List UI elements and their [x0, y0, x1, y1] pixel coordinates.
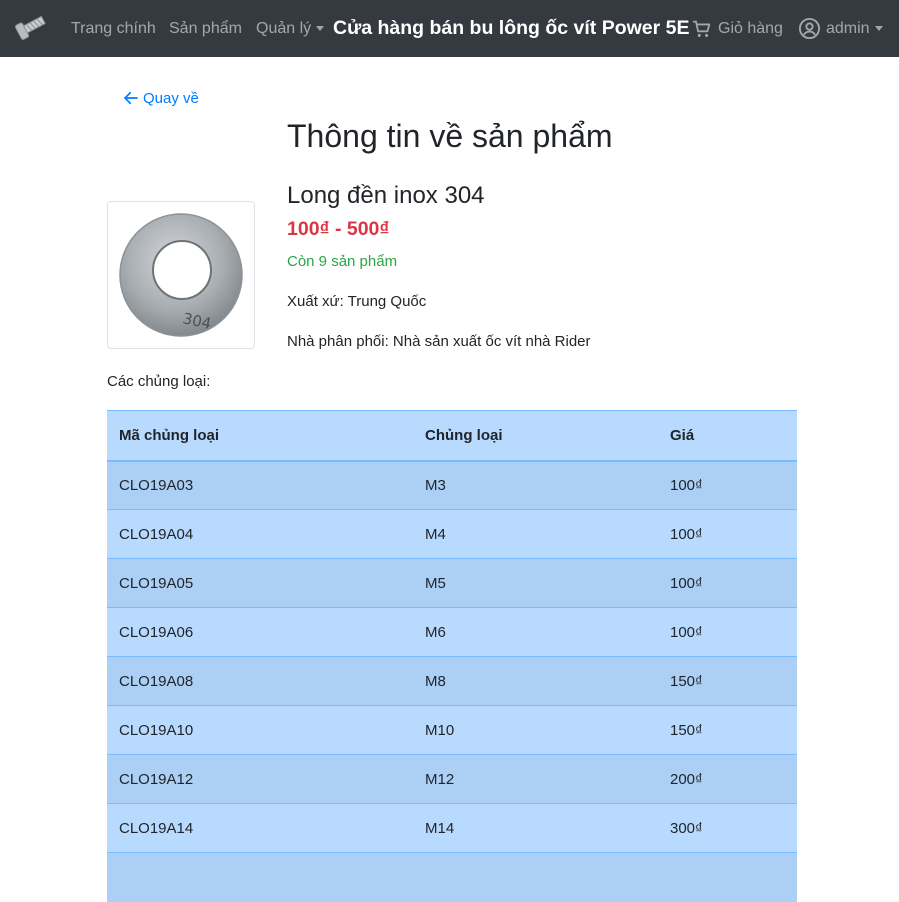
variants-table: Mã chủng loại Chủng loại Giá CLO19A03 M3… — [107, 410, 797, 902]
variant-code: CLO19A14 — [107, 803, 413, 853]
variant-type: M12 — [413, 754, 658, 804]
variants-label: Các chủng loại: — [107, 373, 211, 390]
variant-code: CLO19A08 — [107, 656, 413, 706]
variant-price: 100₫ — [658, 607, 797, 657]
variant-type: M8 — [413, 656, 658, 706]
header-price: Giá — [658, 410, 797, 462]
table-row: CLO19A06 M6 100₫ — [107, 607, 797, 657]
variant-type: M14 — [413, 803, 658, 853]
nav-user-label: admin — [826, 19, 870, 37]
variant-code: CLO19A03 — [107, 460, 413, 510]
table-row: CLO19A14 M14 300₫ — [107, 803, 797, 853]
variant-code: CLO19A10 — [107, 705, 413, 755]
nav-cart[interactable]: Giỏ hàng — [691, 0, 783, 57]
product-name: Long đền inox 304 — [287, 182, 485, 209]
nav-manage-dropdown[interactable]: Quản lý — [256, 0, 325, 57]
nav-cart-label: Giỏ hàng — [718, 19, 783, 37]
cart-icon — [692, 20, 711, 37]
table-row — [107, 852, 797, 902]
back-link[interactable]: Quay về — [122, 89, 199, 107]
variant-type: M3 — [413, 460, 658, 510]
variant-code: CLO19A05 — [107, 558, 413, 608]
variant-code: CLO19A12 — [107, 754, 413, 804]
table-row: CLO19A05 M5 100₫ — [107, 558, 797, 608]
variant-price: 100₫ — [658, 558, 797, 608]
table-row: CLO19A04 M4 100₫ — [107, 509, 797, 559]
page-title: Thông tin về sản phẩm — [287, 118, 613, 154]
variant-type — [413, 852, 658, 902]
variant-type: M10 — [413, 705, 658, 755]
product-origin: Xuất xứ: Trung Quốc — [287, 293, 427, 310]
product-image: 304 — [107, 201, 255, 349]
table-row: CLO19A03 M3 100₫ — [107, 460, 797, 510]
variant-price: 150₫ — [658, 656, 797, 706]
variant-code — [107, 852, 413, 902]
header-variant-code: Mã chủng loại — [107, 410, 413, 462]
back-label: Quay về — [143, 89, 199, 107]
stock-status: Còn 9 sản phẩm — [287, 253, 398, 270]
table-row: CLO19A12 M12 200₫ — [107, 754, 797, 804]
table-row: CLO19A10 M10 150₫ — [107, 705, 797, 755]
table-header-row: Mã chủng loại Chủng loại Giá — [107, 410, 797, 462]
user-circle-icon — [798, 17, 821, 40]
variant-code: CLO19A06 — [107, 607, 413, 657]
nav-home[interactable]: Trang chính — [71, 0, 156, 57]
product-distributor: Nhà phân phối: Nhà sản xuất ốc vít nhà R… — [287, 333, 591, 350]
caret-down-icon — [874, 26, 883, 31]
variant-price: 300₫ — [658, 803, 797, 853]
navbar: Trang chính Sản phẩm Quản lý Cửa hàng bá… — [0, 0, 899, 57]
header-variant-type: Chủng loại — [413, 410, 658, 462]
variant-price: 100₫ — [658, 460, 797, 510]
nav-user-dropdown[interactable]: admin — [798, 0, 883, 57]
variant-price: 150₫ — [658, 705, 797, 755]
arrow-left-icon — [124, 91, 138, 105]
variant-type: M4 — [413, 509, 658, 559]
variant-type: M5 — [413, 558, 658, 608]
variant-price — [658, 852, 797, 902]
caret-down-icon — [316, 26, 325, 31]
bolt-screw-icon[interactable] — [13, 11, 47, 43]
store-title[interactable]: Cửa hàng bán bu lông ốc vít Power 5E — [333, 0, 690, 57]
variant-type: M6 — [413, 607, 658, 657]
product-price: 100₫ - 500₫ — [287, 218, 390, 240]
variant-price: 200₫ — [658, 754, 797, 804]
variant-price: 100₫ — [658, 509, 797, 559]
nav-manage-label: Quản lý — [256, 19, 312, 37]
table-row: CLO19A08 M8 150₫ — [107, 656, 797, 706]
nav-products[interactable]: Sản phẩm — [169, 0, 242, 57]
variant-code: CLO19A04 — [107, 509, 413, 559]
